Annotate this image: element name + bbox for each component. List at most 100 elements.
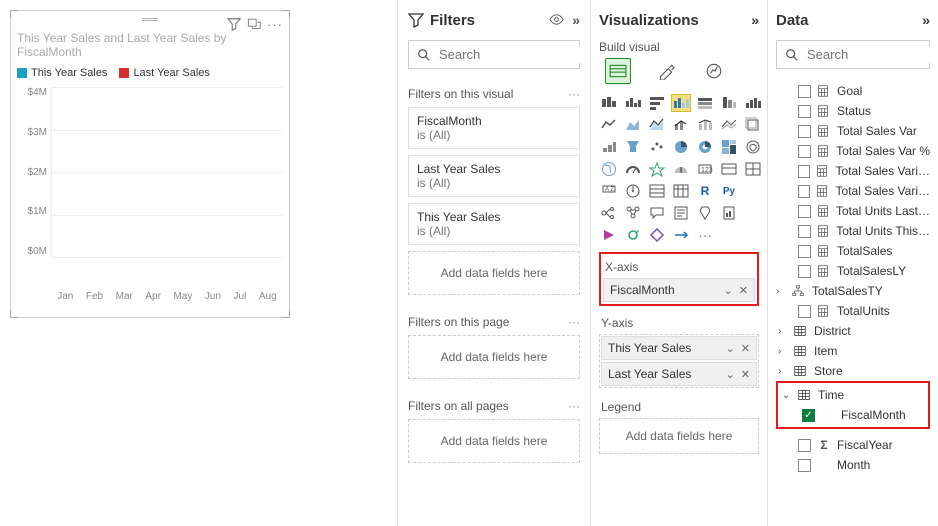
- viz-type-option[interactable]: [599, 138, 619, 156]
- viz-type-option[interactable]: [695, 138, 715, 156]
- viz-type-option[interactable]: [719, 116, 739, 134]
- tree-row[interactable]: ✓FiscalMonth: [780, 405, 926, 425]
- chevron-down-icon[interactable]: ⌄: [726, 342, 735, 355]
- filter-card[interactable]: Last Year Salesis (All): [408, 155, 580, 197]
- section-more-icon[interactable]: ···: [568, 399, 580, 413]
- eye-icon[interactable]: [549, 12, 564, 28]
- filter-card[interactable]: This Year Salesis (All): [408, 203, 580, 245]
- viz-type-option[interactable]: [647, 94, 667, 112]
- data-search-input[interactable]: [805, 46, 938, 63]
- tree-row[interactable]: Total Sales Var: [776, 121, 930, 141]
- tree-row[interactable]: Total Units This…: [776, 221, 930, 241]
- collapse-icon[interactable]: »: [922, 12, 930, 28]
- viz-type-option[interactable]: Py: [719, 182, 739, 200]
- add-visual-filter[interactable]: Add data fields here: [408, 251, 580, 295]
- tree-row[interactable]: TotalSales: [776, 241, 930, 261]
- viz-type-option[interactable]: [719, 160, 739, 178]
- viz-type-option[interactable]: [695, 204, 715, 222]
- chevron-down-icon[interactable]: ⌄: [726, 368, 735, 381]
- analytics-tab[interactable]: [701, 58, 727, 84]
- viz-type-option[interactable]: [671, 204, 691, 222]
- remove-field-icon[interactable]: ✕: [741, 342, 750, 355]
- viz-type-option[interactable]: [599, 94, 619, 112]
- yaxis-field-pill[interactable]: This Year Sales ⌄✕: [601, 336, 757, 360]
- viz-type-option[interactable]: [743, 160, 763, 178]
- tree-row[interactable]: Total Sales Var %: [776, 141, 930, 161]
- tree-row[interactable]: Total Units Last…: [776, 201, 930, 221]
- viz-type-option[interactable]: [599, 204, 619, 222]
- viz-type-option[interactable]: [719, 204, 739, 222]
- report-canvas[interactable]: ══ ··· This Year Sales and Last Year Sal…: [0, 0, 397, 526]
- format-visual-tab[interactable]: [653, 58, 679, 84]
- xaxis-field-pill[interactable]: FiscalMonth ⌄✕: [603, 278, 755, 302]
- tree-row[interactable]: ΣFiscalYear: [776, 435, 930, 455]
- chevron-down-icon[interactable]: ⌄: [724, 284, 733, 297]
- tree-row[interactable]: ›TotalSalesTY: [776, 281, 930, 301]
- tree-row[interactable]: Total Sales Vari…: [776, 181, 930, 201]
- tree-row[interactable]: ›Item: [776, 341, 930, 361]
- legend-add-fields[interactable]: Add data fields here: [599, 418, 759, 454]
- viz-type-option[interactable]: [743, 138, 763, 156]
- viz-type-option[interactable]: R: [695, 182, 715, 200]
- viz-type-option[interactable]: [647, 226, 667, 244]
- tree-row[interactable]: TotalSalesLY: [776, 261, 930, 281]
- viz-type-option[interactable]: [671, 138, 691, 156]
- viz-type-option[interactable]: 123: [695, 160, 715, 178]
- tree-row[interactable]: ›Store: [776, 361, 930, 381]
- filters-search[interactable]: [408, 40, 580, 69]
- viz-type-option[interactable]: [647, 204, 667, 222]
- section-more-icon[interactable]: ···: [568, 87, 580, 101]
- viz-type-option[interactable]: [623, 94, 643, 112]
- viz-type-option[interactable]: [623, 204, 643, 222]
- collapse-icon[interactable]: »: [751, 12, 759, 28]
- viz-type-option[interactable]: [623, 160, 643, 178]
- viz-type-option[interactable]: [623, 116, 643, 134]
- remove-field-icon[interactable]: ✕: [741, 368, 750, 381]
- filter-icon[interactable]: [227, 17, 241, 32]
- viz-type-option[interactable]: [671, 94, 691, 112]
- data-search[interactable]: [776, 40, 930, 69]
- viz-type-option[interactable]: [623, 226, 643, 244]
- tree-row[interactable]: Goal: [776, 81, 930, 101]
- viz-type-option[interactable]: [719, 138, 739, 156]
- svg-text:A Z: A Z: [605, 187, 614, 193]
- viz-type-option[interactable]: [671, 116, 691, 134]
- visual-frame[interactable]: ══ ··· This Year Sales and Last Year Sal…: [10, 10, 290, 318]
- collapse-icon[interactable]: »: [572, 12, 580, 28]
- more-options-icon[interactable]: ···: [267, 17, 283, 32]
- tree-row[interactable]: Month: [776, 455, 930, 475]
- build-visual-tab[interactable]: [605, 58, 631, 84]
- viz-type-option[interactable]: [647, 138, 667, 156]
- viz-type-option[interactable]: [623, 138, 643, 156]
- add-global-filter[interactable]: Add data fields here: [408, 419, 580, 463]
- viz-type-option[interactable]: [695, 94, 715, 112]
- viz-type-option[interactable]: [743, 94, 763, 112]
- chart-plot-area[interactable]: $4M $3M $2M $1M $0M: [17, 87, 283, 287]
- section-more-icon[interactable]: ···: [568, 315, 580, 329]
- viz-type-option[interactable]: [647, 160, 667, 178]
- viz-type-option[interactable]: [623, 182, 643, 200]
- remove-field-icon[interactable]: ✕: [739, 284, 748, 297]
- tree-row[interactable]: TotalUnits: [776, 301, 930, 321]
- tree-row[interactable]: Total Sales Vari…: [776, 161, 930, 181]
- filter-card[interactable]: FiscalMonthis (All): [408, 107, 580, 149]
- focus-mode-icon[interactable]: [247, 17, 261, 32]
- viz-type-option[interactable]: [647, 182, 667, 200]
- viz-type-option[interactable]: [671, 160, 691, 178]
- add-page-filter[interactable]: Add data fields here: [408, 335, 580, 379]
- viz-type-option[interactable]: [719, 94, 739, 112]
- viz-type-option[interactable]: [599, 116, 619, 134]
- viz-type-option[interactable]: [671, 226, 691, 244]
- viz-type-option[interactable]: [743, 116, 763, 134]
- yaxis-field-pill[interactable]: Last Year Sales ⌄✕: [601, 362, 757, 386]
- viz-type-option[interactable]: ···: [695, 226, 715, 244]
- viz-type-option[interactable]: [599, 226, 619, 244]
- tree-row[interactable]: Status: [776, 101, 930, 121]
- viz-type-option[interactable]: A Z: [599, 182, 619, 200]
- viz-type-option[interactable]: [647, 116, 667, 134]
- viz-type-option[interactable]: [695, 116, 715, 134]
- tree-row[interactable]: ›District: [776, 321, 930, 341]
- viz-type-option[interactable]: [671, 182, 691, 200]
- tree-row[interactable]: ⌄Time: [780, 385, 926, 405]
- viz-type-option[interactable]: [599, 160, 619, 178]
